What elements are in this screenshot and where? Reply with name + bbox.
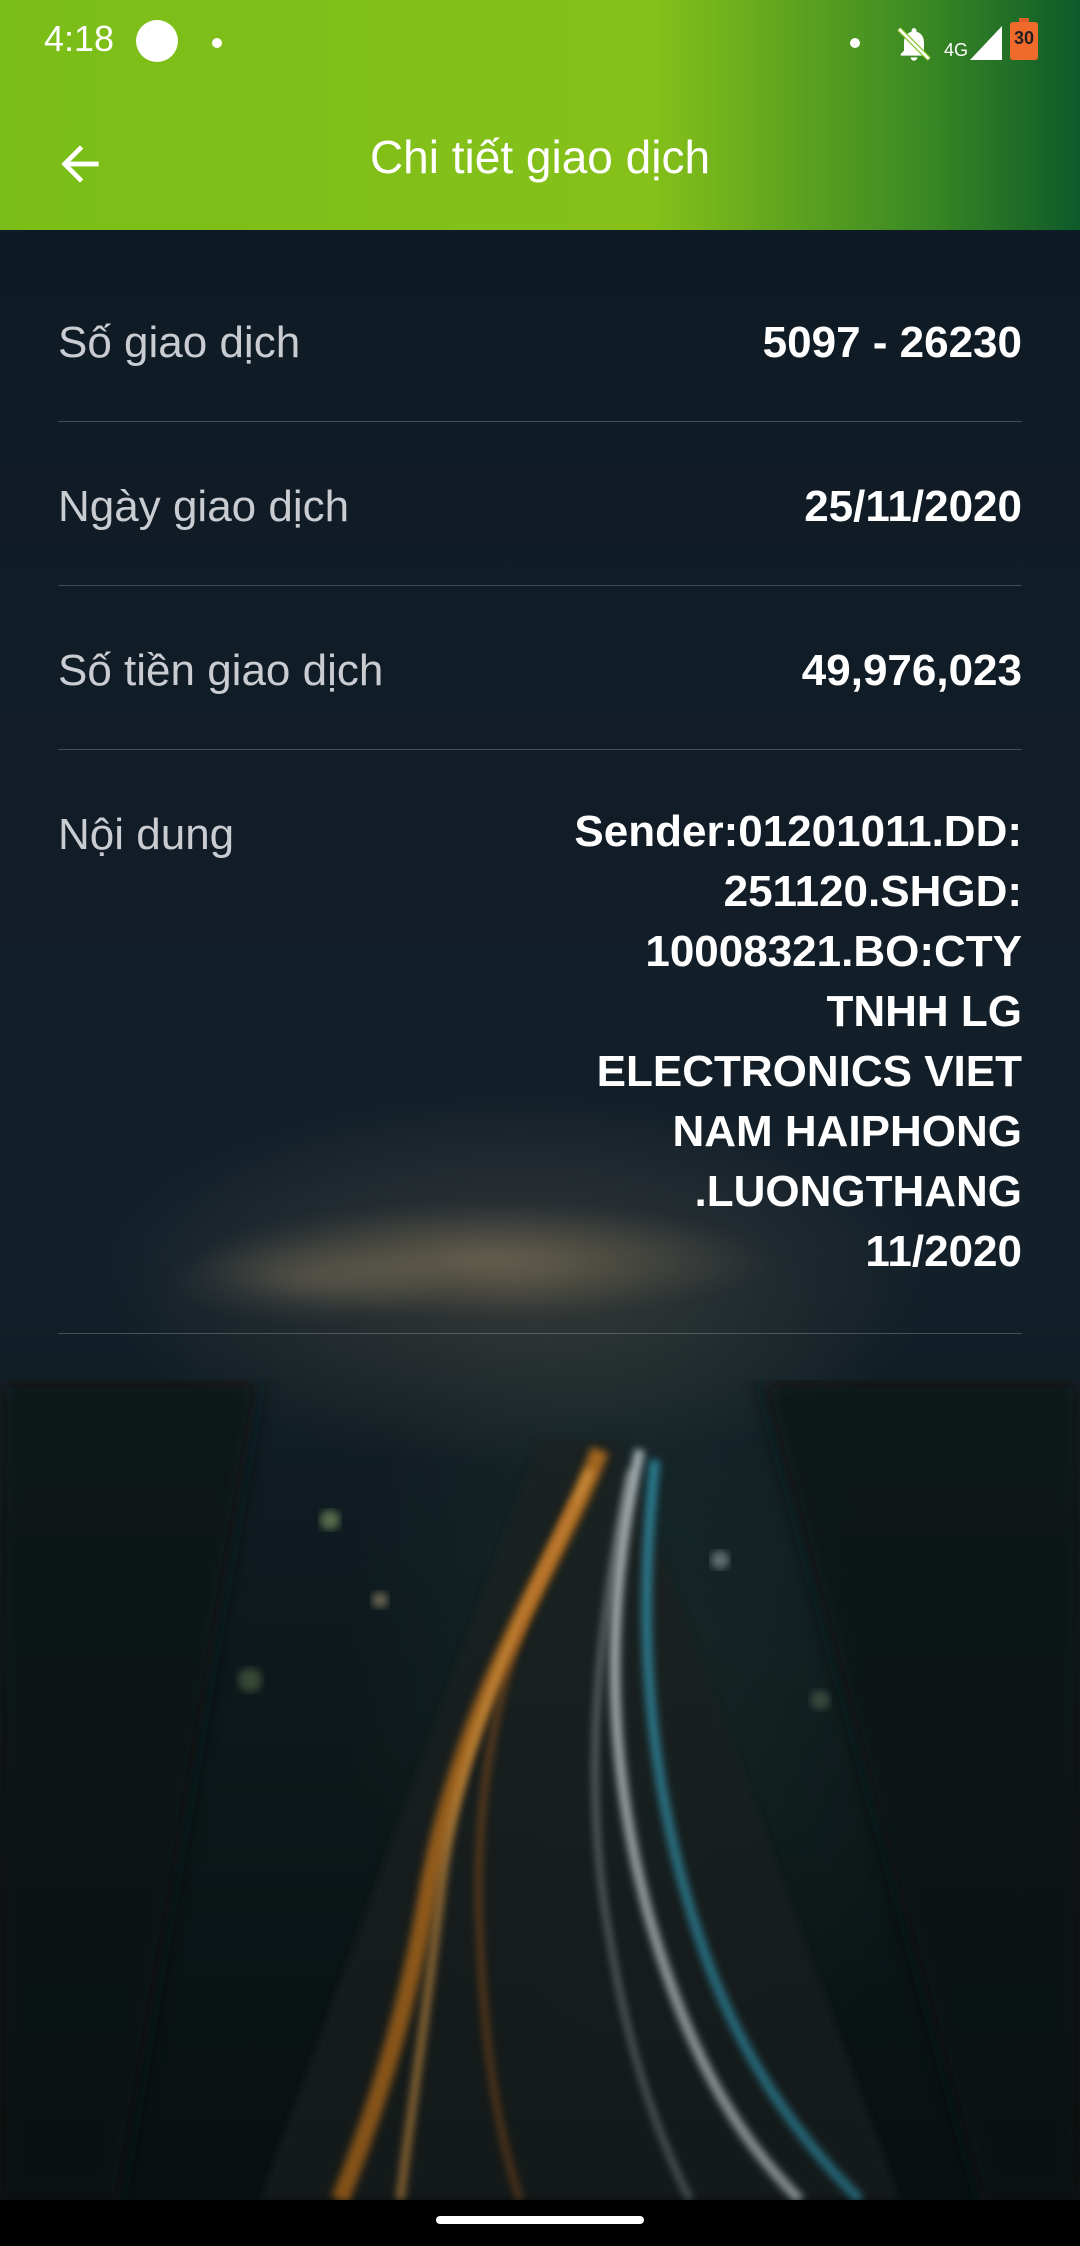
page-title: Chi tiết giao dịch bbox=[369, 131, 711, 183]
detail-label: Nội dung bbox=[58, 810, 235, 859]
transaction-details: Số giao dịch 5097 - 26230 Ngày giao dịch… bbox=[58, 264, 1022, 1334]
bell-off-icon bbox=[897, 27, 931, 61]
detail-row-transaction-date: Ngày giao dịch 25/11/2020 bbox=[58, 422, 1022, 586]
detail-value: 49,976,023 bbox=[801, 646, 1022, 695]
battery-level: 30 bbox=[1013, 28, 1035, 48]
notification-circle-icon bbox=[136, 20, 178, 62]
detail-value: 25/11/2020 bbox=[804, 482, 1022, 531]
status-time: 4:18 bbox=[44, 18, 115, 59]
detail-label: Số tiền giao dịch bbox=[58, 646, 384, 695]
home-indicator[interactable] bbox=[436, 2216, 644, 2224]
screen: 4:18 4G 30 Chi tiết giao dịch Số giao dị… bbox=[0, 0, 1080, 2246]
detail-row-transaction-amount: Số tiền giao dịch 49,976,023 bbox=[58, 586, 1022, 750]
signal-icon bbox=[970, 26, 1002, 60]
network-type-label: 4G bbox=[944, 40, 969, 60]
detail-value: 5097 - 26230 bbox=[762, 318, 1022, 367]
system-nav-bar bbox=[0, 2200, 1080, 2246]
detail-label: Ngày giao dịch bbox=[58, 482, 350, 531]
detail-row-content: Nội dung Sender:01201011.DD: 251120.SHGD… bbox=[58, 750, 1022, 1334]
status-bar: 4:18 4G 30 bbox=[0, 0, 1080, 88]
detail-row-transaction-number: Số giao dịch 5097 - 26230 bbox=[58, 264, 1022, 422]
dot-icon bbox=[212, 38, 222, 48]
battery-icon: 30 bbox=[1010, 18, 1038, 60]
detail-label: Số giao dịch bbox=[58, 318, 301, 367]
dot-icon bbox=[850, 38, 860, 48]
background-road-image bbox=[0, 1380, 1080, 2200]
detail-value: Sender:01201011.DD: 251120.SHGD: 1000832… bbox=[574, 807, 1022, 1276]
app-bar: Chi tiết giao dịch bbox=[0, 88, 1080, 230]
